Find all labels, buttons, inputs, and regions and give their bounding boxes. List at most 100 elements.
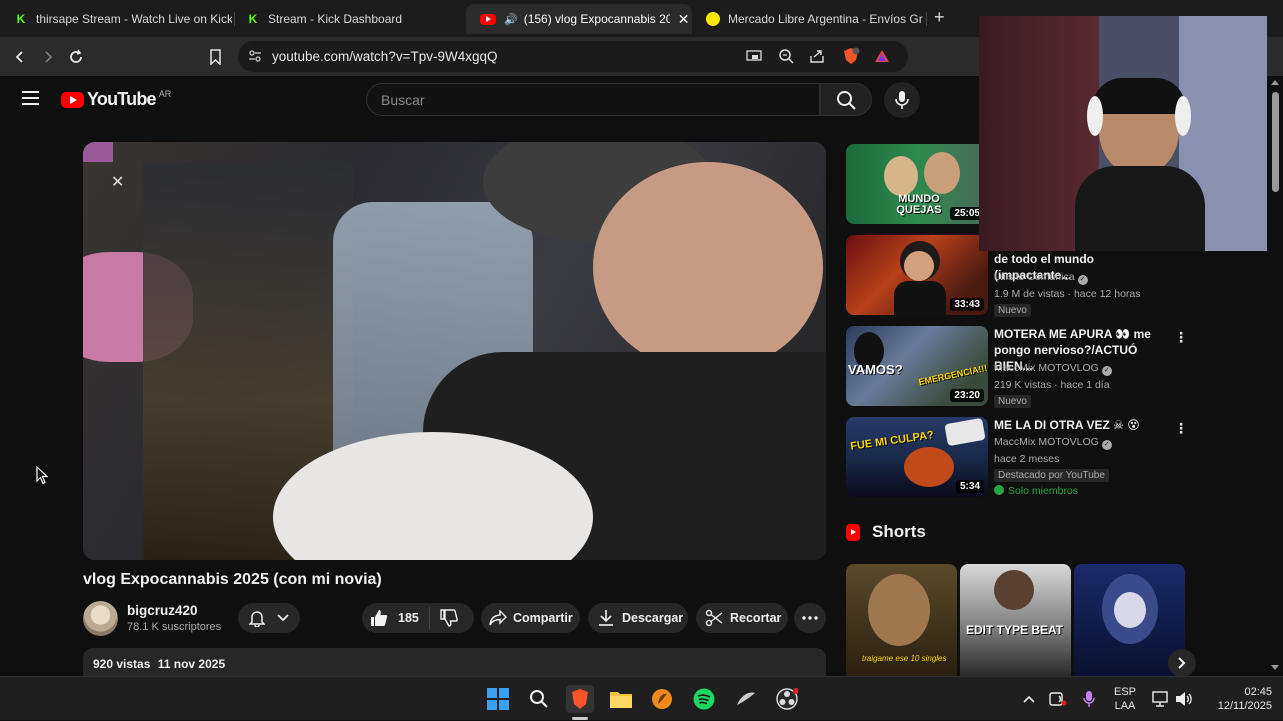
brave-rewards-icon[interactable] xyxy=(874,48,890,67)
thumbnail-shape xyxy=(868,574,930,646)
headphone-right xyxy=(1175,96,1191,136)
file-explorer-icon[interactable] xyxy=(607,685,635,713)
back-icon[interactable] xyxy=(8,45,32,69)
youtube-logo[interactable]: YouTube AR xyxy=(61,89,171,110)
thumbnail-shape xyxy=(884,156,918,196)
zoom-icon[interactable] xyxy=(778,48,794,67)
tray-overflow-icon[interactable] xyxy=(1018,677,1040,721)
scroll-up-icon[interactable] xyxy=(1271,80,1279,85)
tab-title: Mercado Libre Argentina - Envíos Gr xyxy=(728,12,923,26)
input-language-indicator[interactable]: ESP LAA xyxy=(1108,677,1142,721)
youtube-logo-icon xyxy=(61,91,84,108)
webcam-cap xyxy=(1093,78,1185,114)
obs-icon[interactable] xyxy=(773,685,801,713)
thumbnail-shape xyxy=(944,417,986,447)
headphone-left xyxy=(1087,96,1103,136)
cast-icon[interactable] xyxy=(746,48,762,67)
verified-icon: ✓ xyxy=(1077,275,1088,285)
windows-start-icon[interactable] xyxy=(484,685,512,713)
sync-icon[interactable] xyxy=(1046,677,1070,721)
share-icon[interactable] xyxy=(809,48,825,67)
tab-title: Stream - Kick Dashboard xyxy=(268,12,403,26)
video-scene-shape xyxy=(83,142,113,162)
share-button[interactable]: Compartir xyxy=(481,603,580,633)
watermark-icon: ✕ xyxy=(111,174,125,191)
more-actions-button[interactable] xyxy=(794,603,826,633)
channel-name[interactable]: MaccMix MOTOVLOG ✓ xyxy=(994,436,1112,450)
duration-badge: 33:43 xyxy=(950,298,984,311)
site-settings-icon[interactable] xyxy=(248,49,262,66)
more-vertical-icon[interactable]: ⋮ xyxy=(1174,329,1188,346)
bell-icon xyxy=(249,611,266,627)
like-button[interactable]: 185 xyxy=(370,607,430,629)
shorts-icon xyxy=(846,523,860,541)
channel-avatar[interactable] xyxy=(83,601,118,636)
microphone-tray-icon[interactable] xyxy=(1078,677,1100,721)
tab-kick-stream[interactable]: K thirsape Stream - Watch Live on Kick xyxy=(0,4,232,34)
microphone-icon xyxy=(895,91,909,109)
brave-browser-icon[interactable] xyxy=(566,685,594,713)
members-only-badge: Solo miembros xyxy=(994,485,1078,497)
search-input[interactable]: Buscar xyxy=(366,83,820,116)
bookmark-icon[interactable] xyxy=(203,45,227,69)
address-bar[interactable]: youtube.com/watch?v=Tpv-9W4xgqQ xyxy=(238,41,908,72)
video-thumbnail[interactable]: 33:43 xyxy=(846,235,988,315)
recommended-video[interactable]: FUE MI CULPA? 5:34 ME LA DI OTRA VEZ ☠ 😵… xyxy=(846,417,1188,499)
thumbnail-text: MUNDO QUEJAS xyxy=(896,193,942,216)
network-icon[interactable] xyxy=(1150,677,1172,721)
channel-name[interactable]: Luisito Comunica ✓ xyxy=(994,271,1088,285)
recommended-video[interactable]: VAMOS? EMERGENCIA!!! 23:20 MOTERA ME APU… xyxy=(846,326,1188,408)
tab-kick-dashboard[interactable]: K Stream - Kick Dashboard xyxy=(232,4,464,34)
forward-icon[interactable] xyxy=(36,45,60,69)
hamburger-menu-icon[interactable] xyxy=(22,91,40,110)
channel-name[interactable]: MaccMix MOTOVLOG ✓ xyxy=(994,362,1112,376)
video-scene-shape xyxy=(593,162,823,372)
language-code: ESP xyxy=(1113,686,1136,698)
close-tab-icon[interactable]: ✕ xyxy=(678,11,690,28)
logo-text: YouTube xyxy=(87,89,157,109)
kick-icon: K xyxy=(248,12,258,26)
spotify-icon[interactable] xyxy=(690,685,718,713)
thumbnail-shape xyxy=(994,570,1034,610)
video-thumbnail[interactable]: FUE MI CULPA? 5:34 xyxy=(846,417,988,497)
search-button[interactable] xyxy=(820,83,872,116)
notification-bell-button[interactable] xyxy=(238,603,300,633)
video-thumbnail[interactable]: MUNDO QUEJAS 25:05 xyxy=(846,144,988,224)
youtube-header: YouTube AR Buscar xyxy=(0,76,980,122)
video-player[interactable]: ✕ xyxy=(83,142,826,560)
video-title[interactable]: ME LA DI OTRA VEZ ☠ 😵 xyxy=(994,417,1170,433)
thumbs-down-icon xyxy=(440,609,458,627)
reload-icon[interactable] xyxy=(64,45,88,69)
members-icon xyxy=(994,485,1004,495)
thumbnail-shape xyxy=(924,152,960,194)
more-vertical-icon[interactable]: ⋮ xyxy=(1174,420,1188,437)
brave-shields-icon[interactable] xyxy=(842,47,860,68)
page-scrollbar[interactable] xyxy=(1268,76,1283,676)
fl-studio-icon[interactable] xyxy=(648,685,676,713)
tab-youtube-active[interactable]: 🔊 (156) vlog Expocannabis 2025 ✕ xyxy=(466,4,692,34)
video-thumbnail[interactable]: VAMOS? EMERGENCIA!!! 23:20 xyxy=(846,326,988,406)
speaker-icon[interactable]: 🔊 xyxy=(504,13,518,26)
view-count: 920 vistas xyxy=(93,657,151,671)
upload-date: 11 nov 2025 xyxy=(157,657,226,671)
dislike-button[interactable] xyxy=(430,609,458,627)
app-icon[interactable] xyxy=(732,685,760,713)
clock-date: 12/11/2025 xyxy=(1217,700,1272,712)
clip-button[interactable]: Recortar xyxy=(696,603,788,633)
scroll-down-icon[interactable] xyxy=(1271,665,1279,670)
channel-name[interactable]: bigcruz420 xyxy=(127,603,198,618)
voice-search-button[interactable] xyxy=(884,82,920,118)
verified-icon: ✓ xyxy=(1101,440,1112,450)
keyboard-layout: LAA xyxy=(1114,700,1136,712)
shorts-next-button[interactable] xyxy=(1168,649,1196,677)
download-button[interactable]: Descargar xyxy=(588,603,688,633)
search-icon[interactable] xyxy=(525,685,553,713)
scrollbar-thumb[interactable] xyxy=(1272,92,1279,192)
tab-mercadolibre[interactable]: Mercado Libre Argentina - Envíos Gr xyxy=(692,4,926,34)
tab-title: (156) vlog Expocannabis 2025 xyxy=(523,12,670,26)
new-tab-icon[interactable]: + xyxy=(934,7,945,28)
short-thumbnail[interactable]: EDIT TYPE BEAT xyxy=(960,564,1071,676)
short-thumbnail[interactable]: traigame ese 10 singles xyxy=(846,564,957,676)
volume-icon[interactable] xyxy=(1173,677,1195,721)
clock[interactable]: 02:45 12/11/2025 xyxy=(1200,677,1272,721)
